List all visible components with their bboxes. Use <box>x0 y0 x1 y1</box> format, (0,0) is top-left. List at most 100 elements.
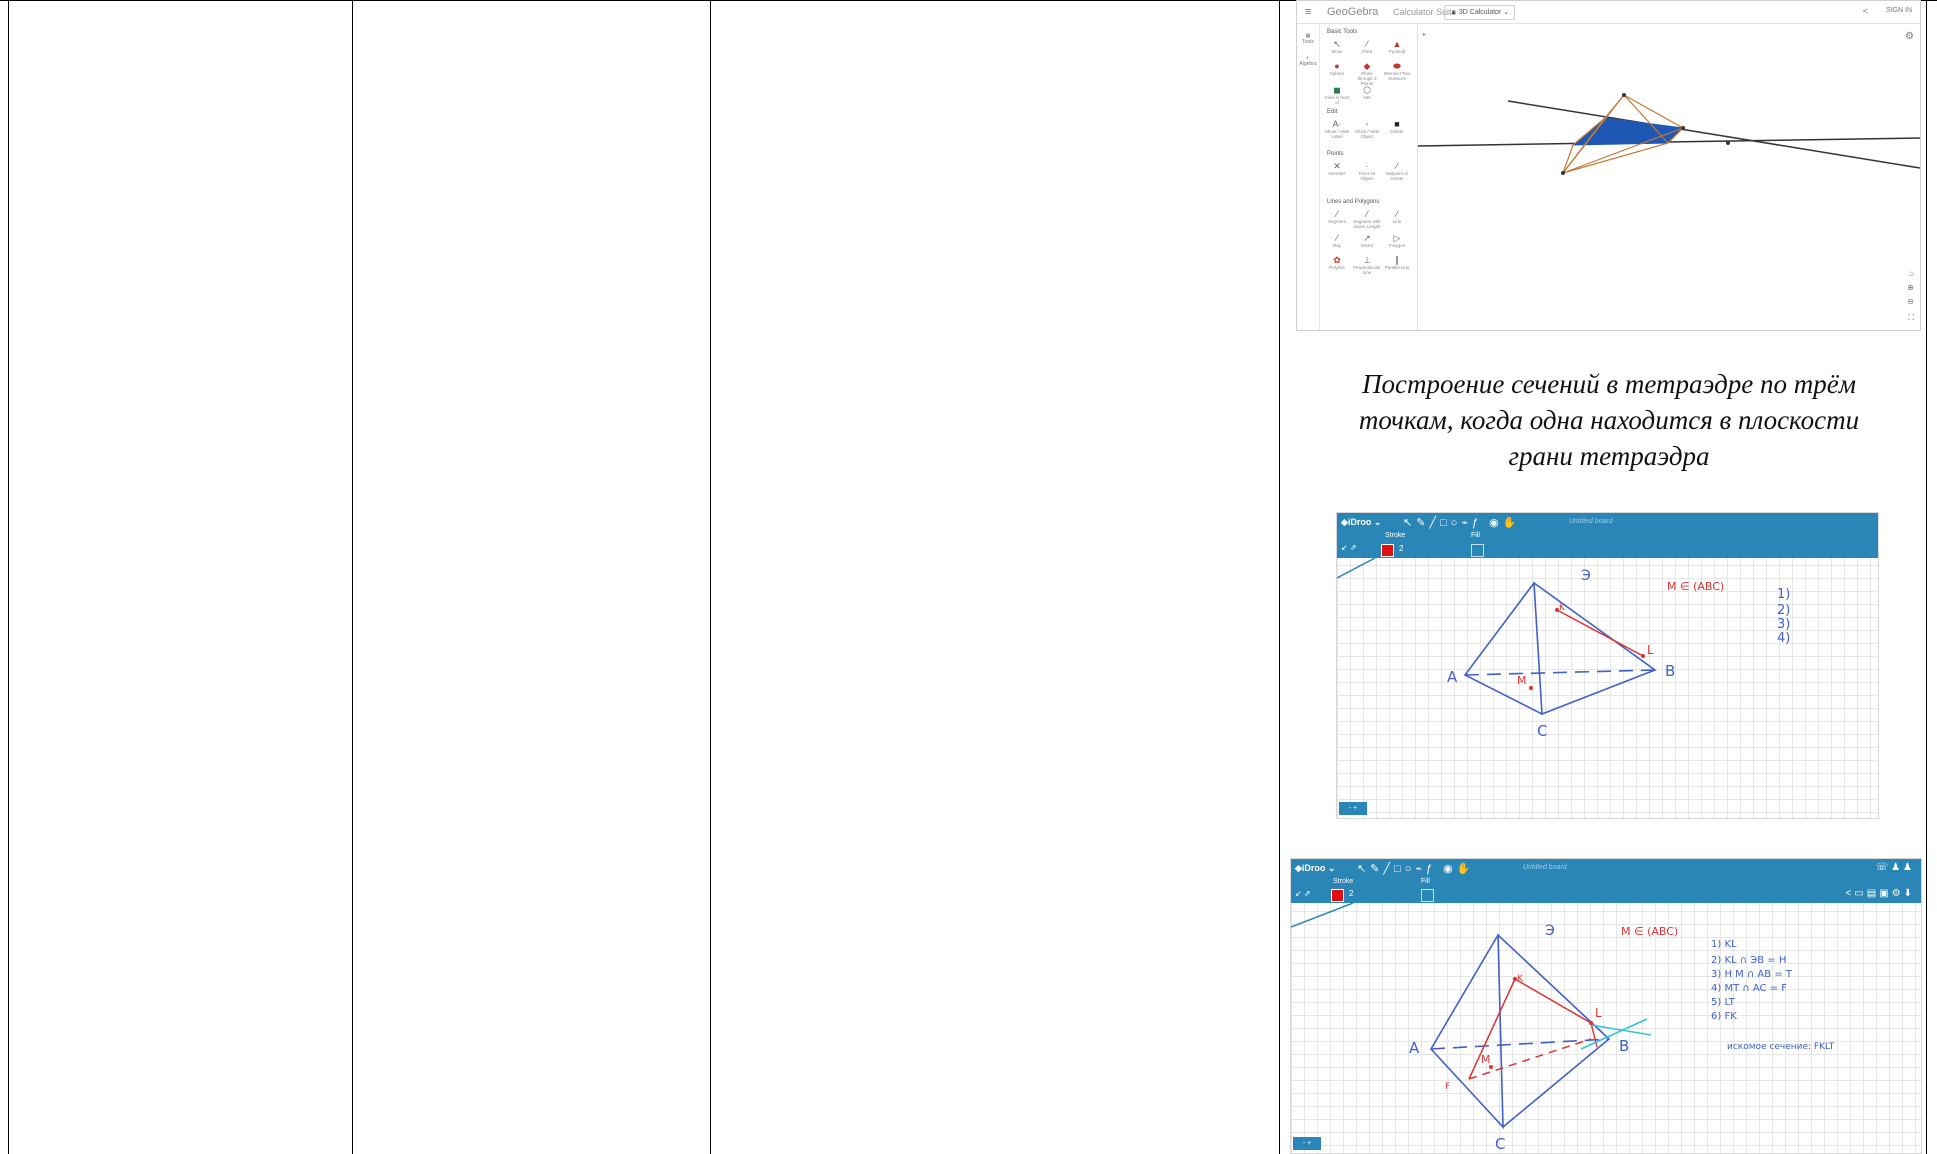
step-label: 2) <box>1777 603 1790 618</box>
geogebra-3d-view[interactable] <box>1417 23 1920 330</box>
vertex-a-label: A <box>1447 668 1458 686</box>
board-actions-icons[interactable]: <▭▤▣⚙⬇ <box>1845 888 1915 899</box>
home-icon[interactable]: ⌂ <box>1909 269 1914 278</box>
table-column-border <box>1926 0 1927 1154</box>
drawing-tools[interactable]: ↖✎╱□○⌁ƒ ◉✋ <box>1403 516 1520 529</box>
algebra-input-marker: ▸ <box>1423 32 1427 38</box>
tool-perpendicular[interactable]: ⊥ Perpendicular Line <box>1353 255 1381 275</box>
board-title: Untitled board <box>1569 518 1613 525</box>
tool-line[interactable]: ⁄ Line <box>1383 209 1411 224</box>
tool-sphere[interactable]: ● Sphere <box>1323 61 1351 76</box>
vertex-point[interactable] <box>1561 171 1565 175</box>
section-edit: Edit <box>1327 109 1338 115</box>
tool-intersect[interactable]: ✕ Intersect <box>1323 161 1351 176</box>
table-column-border <box>1279 0 1280 1154</box>
section-basic-tools: Basic Tools <box>1327 29 1358 35</box>
user-icons[interactable]: ☏♟♟ <box>1876 862 1915 873</box>
caption-line: грани тетраэдра <box>1508 441 1710 471</box>
board-2-drawing: Э A B C K L M F M ∈ (ABC) 1) KL 2) KL ∩ … <box>1291 903 1835 1153</box>
step-text: 2) KL ∩ ЭB = H <box>1711 955 1786 966</box>
table-column-border <box>352 0 353 1154</box>
tool-plane-through-points[interactable]: ◆ Plane through 3 Points <box>1353 61 1381 86</box>
idroo-board-1[interactable]: ◆iDroo ⌄ ↖✎╱□○⌁ƒ ◉✋ Untitled board Strok… <box>1336 512 1879 819</box>
step-text: 4) MT ∩ AC = F <box>1711 983 1787 994</box>
idroo-toolbar: ◆iDroo ⌄ ↖✎╱□○⌁ƒ ◉✋ Untitled board Strok… <box>1337 513 1878 558</box>
page-zoom-buttons[interactable]: - + <box>1339 802 1367 815</box>
drawing-tools[interactable]: ↖✎╱□○⌁ƒ ◉✋ <box>1357 862 1474 875</box>
tool-midpoint[interactable]: ⁄ Midpoint or Center <box>1383 161 1411 181</box>
stroke-width-value[interactable]: 2 <box>1399 544 1403 553</box>
sign-in-button[interactable]: SIGN IN <box>1886 7 1912 14</box>
vertex-a-label: A <box>1409 1039 1420 1057</box>
tool-move[interactable]: ↖ Move <box>1323 39 1351 54</box>
tool-delete[interactable]: ■ Delete <box>1383 119 1411 134</box>
menu-icon[interactable]: ≡ <box>1305 6 1311 18</box>
geogebra-screenshot: ≡ GeoGebra Calculator Suite ▲ 3D Calcula… <box>1296 0 1921 331</box>
step-text: 6) FK <box>1711 1011 1737 1022</box>
segment-kl <box>1556 609 1644 657</box>
tool-segment[interactable]: ⁄ Segment <box>1323 209 1351 224</box>
condition-text: M ∈ (ABC) <box>1621 925 1678 938</box>
idroo-board-2[interactable]: ◆iDroo ⌄ ↖✎╱□○⌁ƒ ◉✋ Untitled board ☏♟♟ S… <box>1290 858 1922 1154</box>
tool-point[interactable]: ⁄ Point <box>1353 39 1381 54</box>
share-icon[interactable]: < <box>1863 6 1868 16</box>
point-l-label: L <box>1647 643 1654 657</box>
point-k-label: K <box>1517 974 1524 984</box>
stroke-color-swatch[interactable] <box>1381 544 1394 557</box>
toolbar-arrows[interactable]: ↙ ⇗ <box>1341 543 1357 552</box>
settings-gear-icon[interactable]: ⚙ <box>1905 31 1914 42</box>
stroke-color-swatch[interactable] <box>1331 889 1344 902</box>
stroke-label: Stroke <box>1333 878 1354 885</box>
fullscreen-icon[interactable]: ⛶ <box>1908 313 1914 323</box>
tool-show-hide-label[interactable]: A· Show / Hide Label <box>1323 119 1351 139</box>
zoom-out-icon[interactable]: ⊖ <box>1907 297 1914 306</box>
idroo-logo[interactable]: ◆iDroo ⌄ <box>1341 517 1381 528</box>
stroke-width-value[interactable]: 2 <box>1349 889 1353 898</box>
tool-show-hide-object[interactable]: ◦ Show / Hide Object <box>1353 119 1381 139</box>
point-m-label: M <box>1481 1053 1491 1066</box>
vertex-point[interactable] <box>1681 126 1685 130</box>
vertex-c-label: C <box>1537 722 1547 740</box>
point-m-label: M <box>1517 674 1527 687</box>
fill-color-swatch[interactable] <box>1421 889 1434 902</box>
caption-line: Построение сечений в тетраэдре по трём <box>1362 369 1856 399</box>
fill-label: Fill <box>1421 878 1430 885</box>
pointer-line <box>1291 903 1354 928</box>
toolbar-arrows[interactable]: ↙ ⇗ <box>1295 889 1311 898</box>
hidden-edge-ab <box>1430 1038 1610 1050</box>
tool-polygon[interactable]: ▷ Polygon <box>1383 233 1411 248</box>
idroo-toolbar: ◆iDroo ⌄ ↖✎╱□○⌁ƒ ◉✋ Untitled board ☏♟♟ S… <box>1291 859 1921 903</box>
table-column-border <box>710 0 711 1154</box>
tool-polyline[interactable]: ✿ Polyline <box>1323 255 1351 270</box>
tools-panel: Basic Tools ↖ Move ⁄ Point ▲ Pyramid ● Spher… <box>1319 23 1418 330</box>
point-l <box>1641 654 1645 658</box>
algebra-tab[interactable]: ◐ Algebra <box>1297 55 1319 67</box>
idroo-logo[interactable]: ◆iDroo ⌄ <box>1295 863 1335 874</box>
stroke-label: Stroke <box>1385 532 1406 539</box>
point-m <box>1529 686 1533 690</box>
page-zoom-buttons[interactable]: - + <box>1293 1137 1321 1150</box>
tetrahedron-3d-drawing <box>1417 93 1920 175</box>
app-selector[interactable]: ▲ 3D Calculator ⌄ <box>1444 5 1516 20</box>
point-l <box>1589 1021 1593 1025</box>
tool-pyramid[interactable]: ▲ Pyramid <box>1383 39 1411 54</box>
tool-intersect-surfaces[interactable]: ⬬ Intersect Two Surfaces <box>1383 61 1411 81</box>
intersection-point[interactable] <box>1726 141 1730 145</box>
fill-color-swatch[interactable] <box>1471 544 1484 557</box>
tool-vector[interactable]: ↗ Vector <box>1353 233 1381 248</box>
tool-ray[interactable]: ⁄ Ray <box>1323 233 1351 248</box>
geogebra-brand: GeoGebra <box>1327 6 1379 18</box>
tool-net[interactable]: ⬡ Net <box>1353 85 1381 100</box>
tool-point-on-object[interactable]: ∙ Point on Object <box>1353 161 1381 181</box>
tool-view-in-front[interactable]: ◼ View in front of <box>1323 85 1351 105</box>
tool-segment-length[interactable]: ⁄ Segment with Given Length <box>1353 209 1381 229</box>
step-text: 5) LT <box>1711 997 1736 1008</box>
zoom-in-icon[interactable]: ⊕ <box>1907 283 1914 292</box>
figure-caption: Построение сечений в тетраэдре по трём т… <box>1296 366 1922 474</box>
vertex-point[interactable] <box>1622 93 1626 97</box>
table-column-border <box>8 0 9 1154</box>
tools-tab[interactable]: ▦ Tools <box>1297 33 1319 45</box>
geogebra-header: ≡ GeoGebra Calculator Suite ▲ 3D Calcula… <box>1297 1 1920 24</box>
step-label: 4) <box>1777 631 1790 646</box>
tool-parallel[interactable]: ∥ Parallel Line <box>1383 255 1411 270</box>
